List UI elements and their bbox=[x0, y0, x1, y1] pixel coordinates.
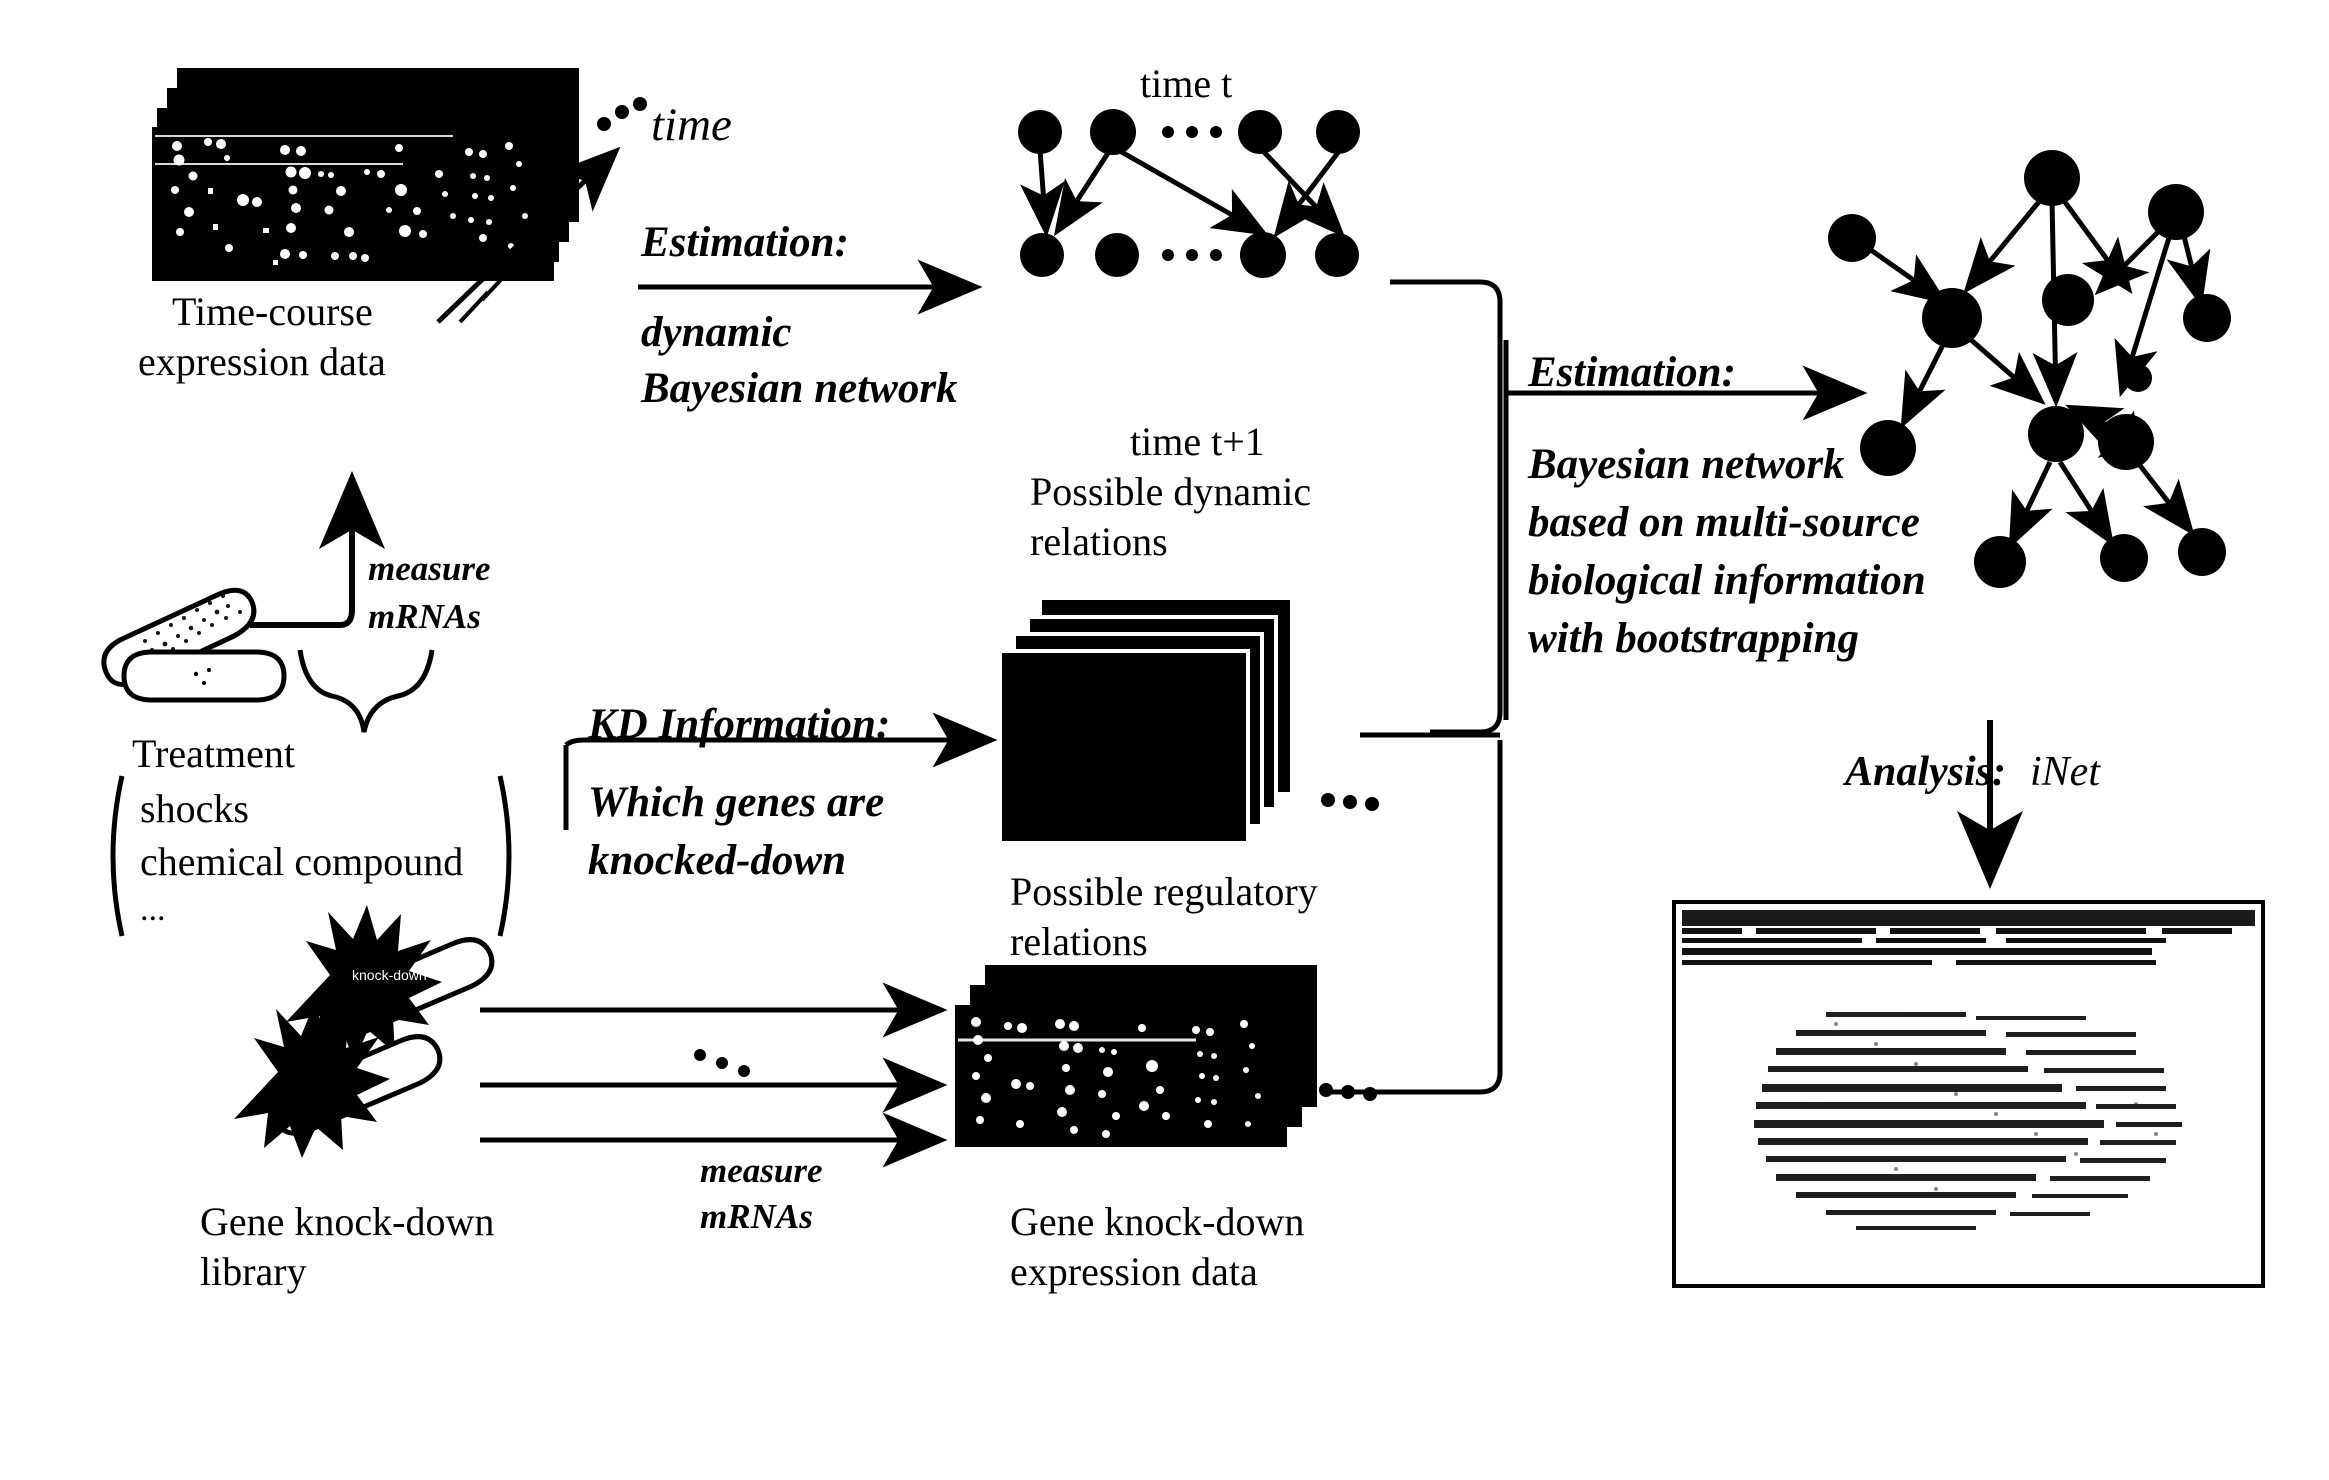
estimation-2-line2: based on multi-source bbox=[1528, 499, 1920, 546]
gene-kd-library-line2: library bbox=[200, 1249, 307, 1294]
timecourse-caption-line1: Time-course bbox=[172, 289, 373, 334]
gene-kd-expression-line1: Gene knock-down bbox=[1010, 1199, 1305, 1244]
analysis-tool-label: iNet bbox=[2030, 749, 2100, 795]
estimation-2-line1: Bayesian network bbox=[1528, 441, 1845, 488]
bacterium-treated bbox=[101, 587, 287, 703]
dbn-top-ellipsis bbox=[1162, 126, 1222, 138]
time-t-label: time t bbox=[1140, 61, 1233, 106]
kd-information-line2: knocked-down bbox=[588, 837, 846, 884]
treatment-item-shocks: shocks bbox=[140, 786, 249, 831]
kd-arrows-ellipsis bbox=[694, 1049, 750, 1077]
time-axis-label: time bbox=[651, 99, 732, 151]
estimation-2-line3: biological information bbox=[1528, 557, 1926, 604]
kd-information-line1: Which genes are bbox=[588, 779, 885, 826]
dynamic-bayesian-network bbox=[1018, 109, 1360, 278]
treatment-item-ellipsis: ... bbox=[140, 891, 166, 928]
measure-mrnas-label-2-line2: mRNAs bbox=[700, 1197, 813, 1236]
kd-information-heading: KD Information: bbox=[588, 701, 891, 748]
estimation-1-heading: Estimation: bbox=[641, 219, 849, 266]
estimation-2-line4: with bootstrapping bbox=[1528, 615, 1859, 662]
diagram-canvas: knock-down time Time-course expression d… bbox=[0, 0, 2329, 1480]
measure-mrnas-label-1-line1: measure bbox=[368, 549, 491, 588]
kd-measure-arrows bbox=[480, 982, 948, 1168]
estimation-1-line2: Bayesian network bbox=[641, 365, 958, 412]
measure-mrnas-arrow-1 bbox=[250, 471, 385, 628]
measure-mrnas-label-1-line2: mRNAs bbox=[368, 597, 481, 636]
curly-brace bbox=[297, 649, 435, 733]
inet-output-panel bbox=[1672, 900, 2265, 1288]
merge-bus bbox=[1330, 279, 1503, 1095]
inet-heatmap bbox=[1682, 910, 2255, 1230]
gene-kd-library-line1: Gene knock-down bbox=[200, 1199, 495, 1244]
estimation-1-line1: dynamic bbox=[641, 309, 792, 356]
kd-microarray-sheet-1 bbox=[955, 1005, 1287, 1147]
kd-expression-stack-ellipsis bbox=[1319, 1083, 1377, 1101]
analysis-heading: Analysis: bbox=[1845, 749, 2007, 795]
measure-mrnas-label-2-line1: measure bbox=[700, 1151, 823, 1190]
possible-regulatory-line1: Possible regulatory bbox=[1010, 869, 1318, 914]
possible-dynamic-line1: Possible dynamic bbox=[1030, 469, 1312, 514]
time-axis-arrow bbox=[436, 97, 647, 324]
regulatory-relations-stack bbox=[998, 600, 1379, 845]
possible-regulatory-line2: relations bbox=[1010, 919, 1148, 964]
dbn-bottom-ellipsis bbox=[1162, 249, 1222, 261]
estimation-2-heading: Estimation: bbox=[1528, 349, 1736, 396]
possible-dynamic-line2: relations bbox=[1030, 519, 1168, 564]
kd-microarray-spots bbox=[958, 1017, 1261, 1138]
time-t-plus-1-label: time t+1 bbox=[1130, 419, 1265, 464]
treatment-label: Treatment bbox=[132, 731, 295, 776]
knock-down-tag-1: knock-down bbox=[352, 967, 427, 983]
kd-library-organism-2 bbox=[234, 1002, 443, 1158]
gene-kd-expression-line2: expression data bbox=[1010, 1249, 1258, 1294]
timecourse-caption-line2: expression data bbox=[138, 339, 386, 384]
treatment-item-chemical: chemical compound bbox=[140, 839, 464, 884]
